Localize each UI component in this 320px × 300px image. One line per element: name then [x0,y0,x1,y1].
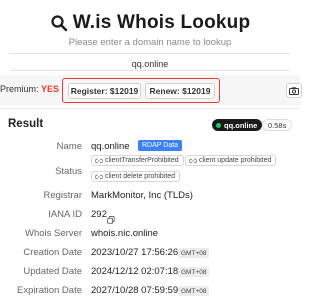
status-chip[interactable]: client delete prohibited [91,171,181,182]
expiration-date-value: 2027/10/28 07:59:59 [91,285,179,296]
whois-server-value: whois.nic.online [91,228,159,239]
premium-indicator: Premium: YES [0,84,59,94]
timezone-badge: GMT+08 [178,286,210,296]
price-highlight-frame: Register: $12019 Renew: $12019 [62,78,220,103]
premium-value: YES [41,84,60,94]
domain-pill-label: qq.online [224,120,258,130]
register-price-button[interactable]: Register: $12019 [68,83,141,99]
page-header: W.is Whois Lookup Please enter a domain … [0,0,300,50]
search-icon [50,14,68,32]
name-value: qq.online [91,141,130,152]
iana-id-value: 292 [91,209,107,220]
status-chip-label: clientTransferProhibited [105,157,179,164]
status-chip[interactable]: clientTransferProhibited [91,155,184,166]
iana-id-label: IANA ID [48,209,82,220]
page-title: W.is Whois Lookup [72,12,251,33]
status-chip[interactable]: client update prohibited [185,155,277,166]
name-label: Name [56,141,82,152]
status-chip-label: client delete prohibited [105,173,176,180]
timezone-badge: GMT+08 [178,248,210,258]
link-icon [95,158,103,163]
creation-date-value: 2023/10/27 17:56:26 [91,247,179,258]
registrar-value: MarkMonitor, Inc (TLDs) [91,190,193,201]
status-label: Status [55,166,82,177]
updated-date-label: Updated Date [23,266,82,277]
link-icon [189,158,197,163]
registrar-label: Registrar [43,190,82,201]
creation-date-label: Creation Date [23,247,82,258]
link-icon [95,174,103,179]
status-chip-label: client update prohibited [199,157,272,164]
page-subtitle: Please enter a domain name to lookup [68,37,232,48]
domain-status-pill: qq.online [212,119,263,131]
copy-icon[interactable] [107,211,115,229]
query-time-badge: 0.58s [262,119,293,131]
search-box [10,53,290,72]
timezone-badge: GMT+08 [178,267,210,277]
screenshot-button[interactable] [286,83,302,98]
result-title: Result [8,118,44,130]
camera-icon [289,82,299,100]
section-divider [0,108,300,109]
domain-search-input[interactable] [10,56,290,72]
title-row: W.is Whois Lookup [0,12,300,34]
renew-price-button[interactable]: Renew: $12019 [145,83,215,99]
price-bar: Premium: YES Register: $12019 Renew: $12… [0,75,302,105]
rdap-data-badge[interactable]: RDAP Data [138,140,183,151]
updated-date-value: 2024/12/12 02:07:18 [91,266,179,277]
whois-server-label: Whois Server [24,228,82,239]
expiration-date-label: Expiration Date [17,285,82,296]
premium-label: Premium: [0,84,39,94]
online-dot-icon [216,122,221,128]
